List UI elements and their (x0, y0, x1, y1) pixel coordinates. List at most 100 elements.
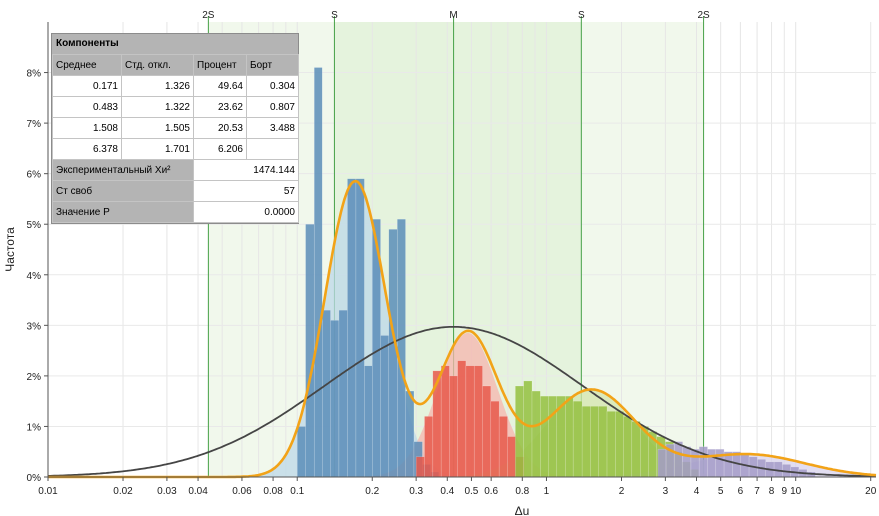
histogram-bar-red (449, 375, 458, 478)
x-tick-label: 0.01 (38, 486, 58, 497)
histogram-bar-blue (338, 309, 348, 478)
histogram-bar-green (615, 411, 624, 478)
x-tick-label: 1 (544, 486, 550, 497)
histogram-bar-purple (707, 448, 717, 478)
y-tick-label: 8% (27, 69, 42, 80)
x-tick-label: 0.4 (440, 486, 454, 497)
cell-percent: 20.53 (193, 117, 247, 139)
x-tick-label: 7 (754, 486, 760, 497)
df-row: Ст своб 57 (52, 180, 299, 202)
histogram-bar-green (631, 421, 641, 478)
header-sd: Стд. откл. (121, 54, 194, 76)
histogram-bar-green (565, 395, 574, 478)
histogram-bar-blue (296, 426, 306, 478)
histogram-bar-green (581, 405, 591, 478)
histogram-bar-blue (355, 178, 365, 478)
df-value: 57 (193, 180, 299, 202)
histogram-bar-green (623, 416, 633, 478)
y-tick-label: 7% (27, 119, 42, 130)
table-row: 1.508 1.505 20.53 3.488 (52, 117, 299, 139)
histogram-bar-red (507, 436, 517, 478)
histogram-bar-blue (388, 229, 398, 478)
histogram-bar-blue (313, 67, 323, 478)
histogram-bar-green (606, 411, 616, 478)
y-axis-label: Частота (3, 227, 17, 272)
histogram-bar-blue (405, 390, 415, 478)
histogram-bar-red (415, 456, 425, 478)
p-row: Значение P 0.0000 (52, 201, 299, 223)
cell-mean: 6.378 (52, 138, 122, 160)
y-tick-label: 6% (27, 170, 42, 181)
histogram-bar-blue (364, 365, 373, 478)
histogram-bar-green (531, 390, 541, 478)
chi-label: Экспериментальный Хи² (52, 159, 194, 181)
y-tick-label: 3% (27, 321, 42, 332)
x-tick-label: 0.1 (290, 486, 304, 497)
y-tick-label: 0% (27, 473, 42, 484)
histogram-bar-green (548, 395, 558, 478)
histogram-bar-blue (397, 218, 406, 478)
top-marker-label: M (449, 10, 457, 21)
cell-mean: 0.483 (52, 96, 122, 118)
components-table: Компоненты Среднее Стд. откл. Процент Бо… (51, 33, 299, 224)
x-tick-label: 8 (769, 486, 775, 497)
cell-percent: 23.62 (193, 96, 247, 118)
histogram-bar-blue (380, 335, 390, 478)
header-border: Борт (246, 54, 299, 76)
x-axis-label: Δu (515, 504, 530, 516)
histogram-bar-green (572, 400, 583, 478)
x-tick-label: 0.03 (157, 486, 177, 497)
x-tick-label: 0.3 (409, 486, 423, 497)
top-marker-label: S (331, 10, 338, 21)
histogram-bar-red (498, 416, 508, 478)
df-label: Ст своб (52, 180, 194, 202)
cell-percent: 6.206 (193, 138, 247, 160)
histogram-bar-green (590, 405, 599, 478)
chi-row: Экспериментальный Хи² 1474.144 (52, 159, 299, 181)
histogram-bar-purple (690, 448, 700, 478)
x-tick-label: 0.8 (515, 486, 529, 497)
histogram-bar-purple (698, 446, 708, 478)
histogram-bar-blue (305, 223, 315, 478)
x-tick-label: 20 (865, 486, 877, 497)
table-row: 6.378 1.701 6.206 (52, 138, 299, 160)
y-tick-label: 5% (27, 220, 42, 231)
header-mean: Среднее (52, 54, 122, 76)
cell-border: 3.488 (246, 117, 299, 139)
x-tick-label: 0.6 (484, 486, 498, 497)
chi-value: 1474.144 (193, 159, 299, 181)
y-tick-label: 1% (27, 422, 42, 433)
x-tick-label: 0.06 (232, 486, 252, 497)
x-tick-label: 6 (738, 486, 744, 497)
x-tick-label: 0.2 (365, 486, 379, 497)
top-marker-label: S (578, 10, 585, 21)
histogram-bar-red (482, 385, 492, 478)
histogram-bar-blue (330, 320, 340, 478)
x-tick-label: 3 (663, 486, 669, 497)
table-row: 0.483 1.322 23.62 0.807 (52, 96, 299, 118)
x-tick-label: 5 (718, 486, 724, 497)
p-value: 0.0000 (193, 201, 299, 223)
y-tick-label: 2% (27, 372, 42, 383)
x-tick-label: 0.08 (263, 486, 283, 497)
histogram-bar-red (424, 416, 434, 478)
histogram-bar-green (523, 380, 533, 478)
table-row: 0.171 1.326 49.64 0.304 (52, 75, 299, 97)
histogram-bar-red (457, 360, 467, 478)
y-tick-label: 4% (27, 271, 42, 282)
cell-border: 0.304 (246, 75, 299, 97)
cell-border (246, 138, 299, 160)
x-tick-label: 0.5 (464, 486, 478, 497)
x-tick-label: 0.04 (188, 486, 208, 497)
histogram-bar-red (490, 400, 500, 478)
x-tick-label: 2 (619, 486, 625, 497)
histogram-bar-purple (657, 448, 667, 478)
histogram-bar-purple (715, 448, 725, 478)
histogram-bar-green (598, 405, 608, 478)
cell-sd: 1.701 (121, 138, 194, 160)
histogram-bar-green (540, 395, 549, 478)
x-tick-label: 4 (694, 486, 700, 497)
histogram-bar-red (473, 365, 483, 478)
cell-mean: 0.171 (52, 75, 122, 97)
components-title: Компоненты (52, 34, 298, 54)
